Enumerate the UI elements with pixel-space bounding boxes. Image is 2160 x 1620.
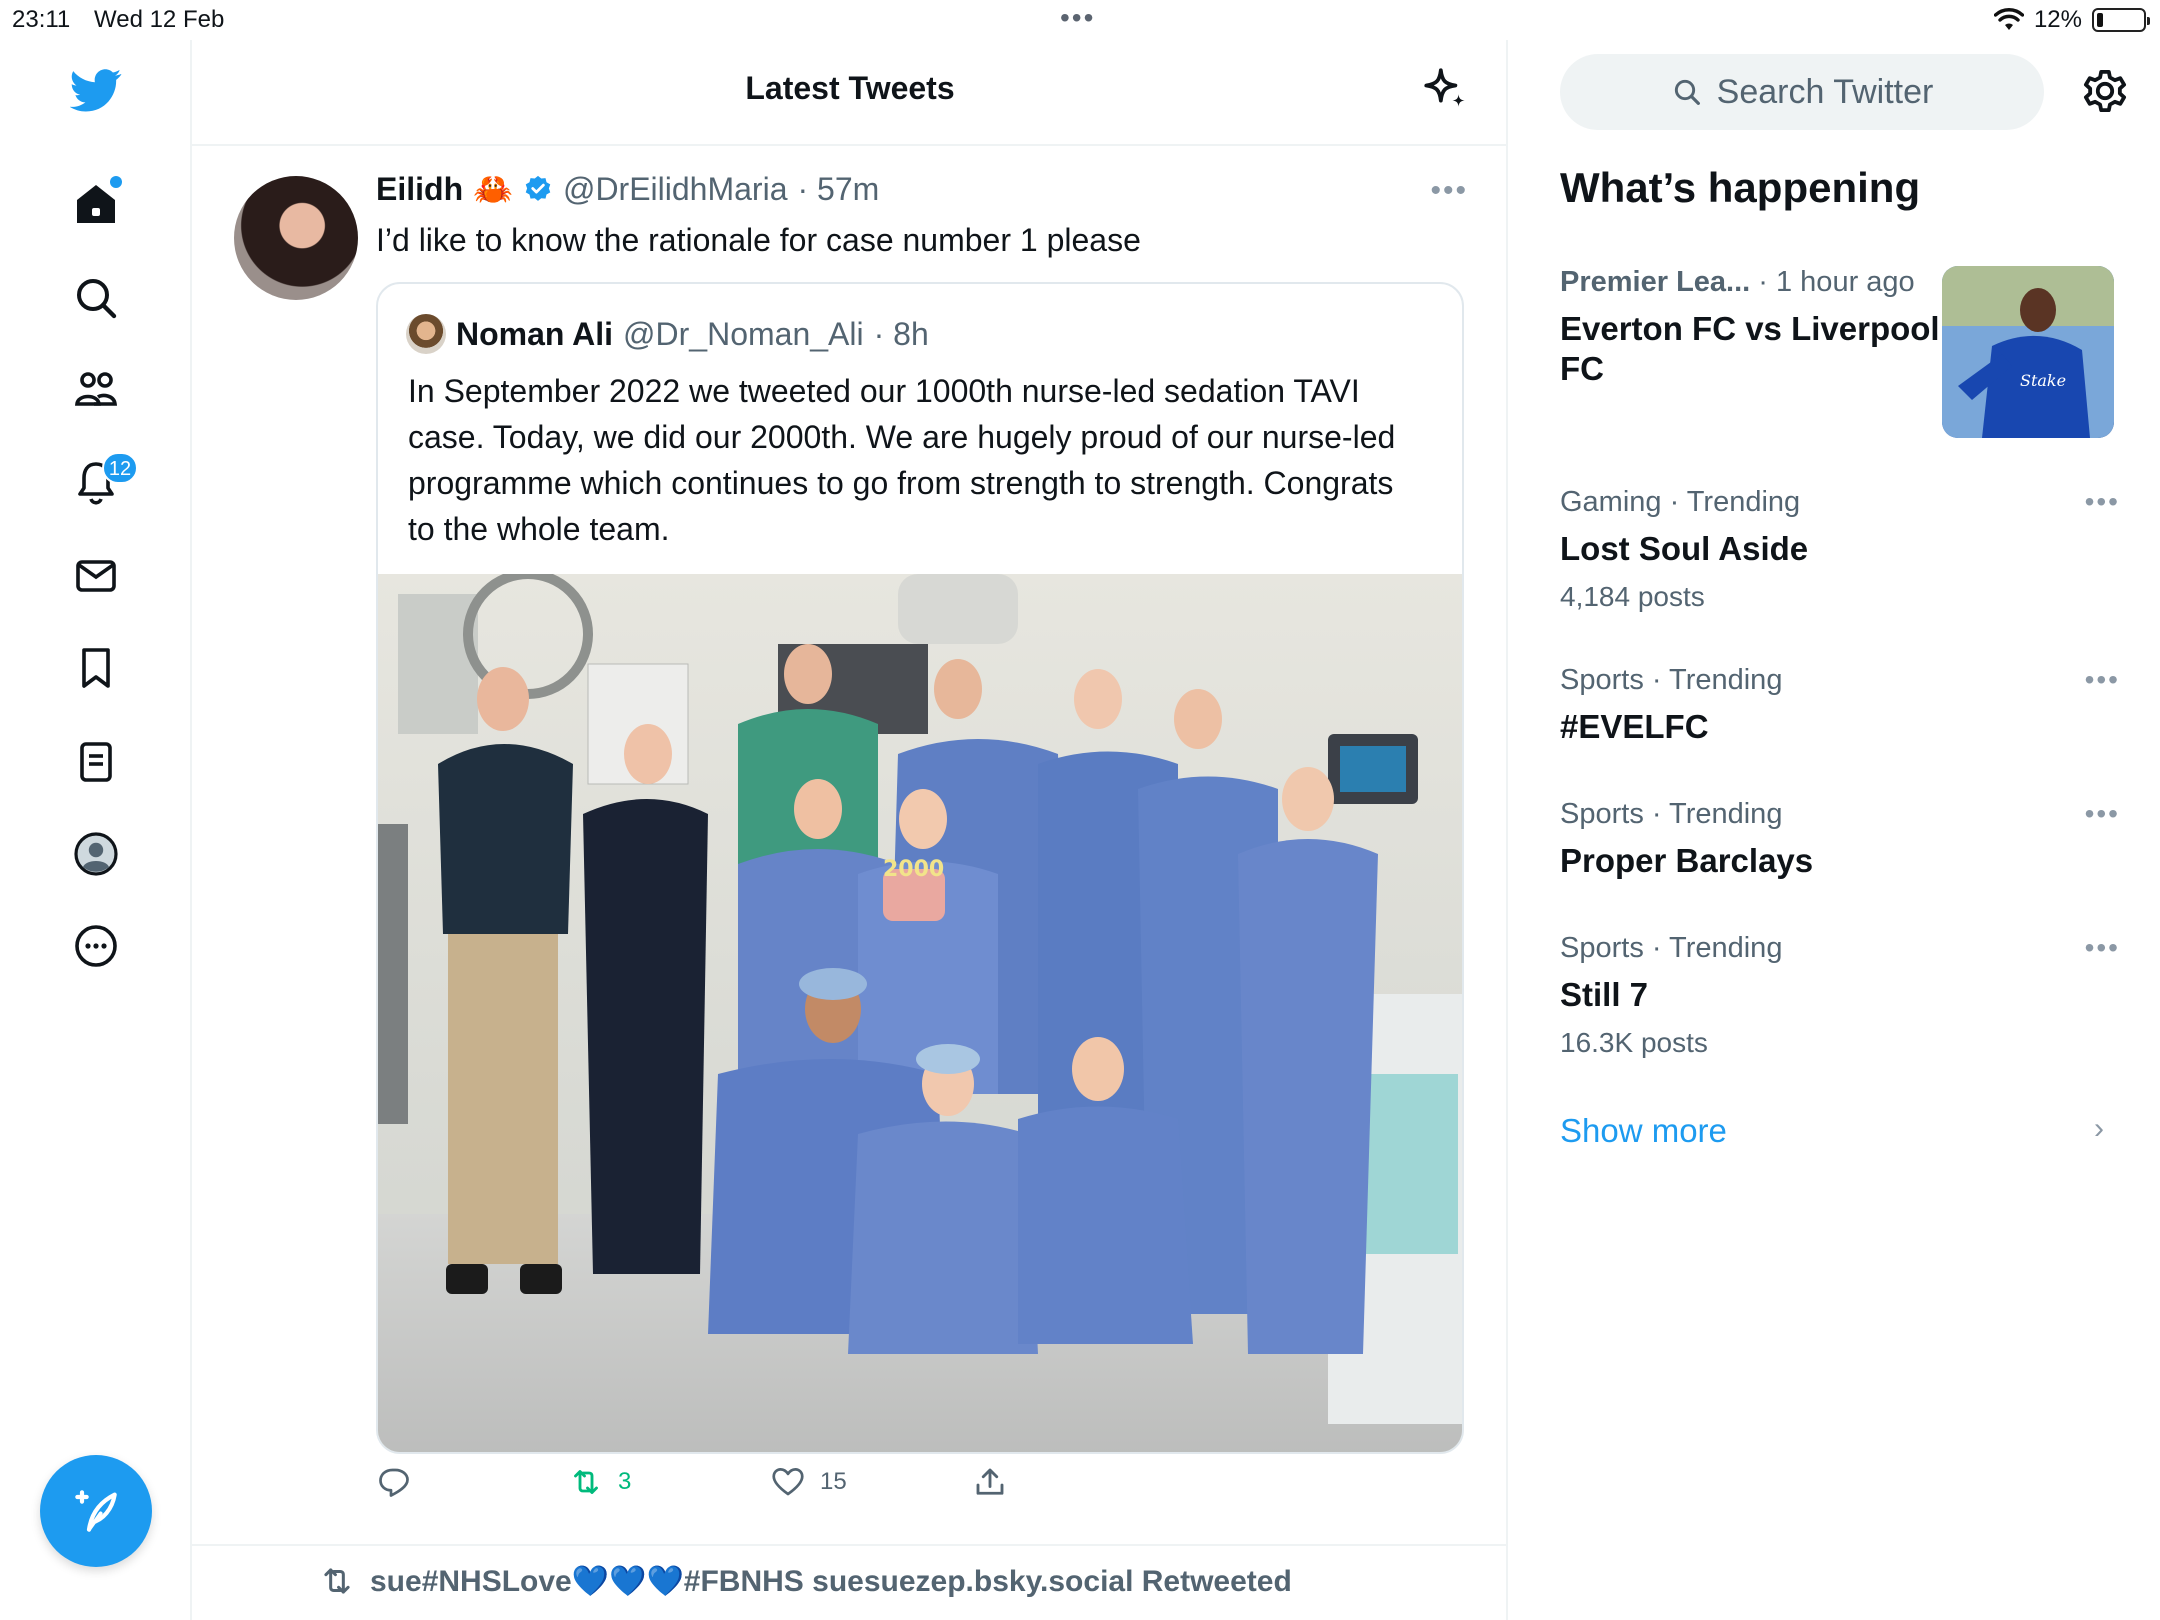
communities-icon (75, 372, 118, 406)
tweet-photo[interactable]: 2000 (378, 574, 1462, 1452)
retweet-button[interactable]: 3 (568, 1464, 631, 1500)
page-title: Latest Tweets (745, 70, 955, 106)
trend-item[interactable]: Premier Lea... · 1 hour ago Everton FC v… (1560, 266, 1940, 389)
cake-label: 2000 (883, 857, 944, 882)
nav-profile[interactable] (56, 814, 136, 894)
reply-button[interactable] (376, 1464, 412, 1500)
retweet-count: 3 (618, 1468, 632, 1495)
nav-home[interactable] (56, 164, 136, 244)
trend-post-count: 4,184 posts (1560, 581, 1705, 612)
multitasking-dots-icon[interactable]: ••• (1060, 2, 1095, 34)
author-emoji: 🦀 (473, 171, 513, 207)
like-count: 15 (820, 1468, 847, 1495)
search-icon (1674, 79, 1700, 105)
share-icon (976, 1468, 1004, 1495)
twitter-logo-icon[interactable] (56, 50, 136, 130)
bookmark-icon (82, 648, 110, 688)
trend-time: · 1 hour ago (1758, 266, 1915, 298)
trend-title: Still 7 (1560, 976, 1649, 1013)
compose-feather-icon (75, 1490, 117, 1532)
trend-more-icon[interactable]: ••• (2085, 664, 2120, 696)
quoted-tweet-text: In September 2022 we tweeted our 1000th … (408, 373, 1396, 547)
tweet-actions: 3 15 (376, 1464, 1476, 1514)
chevron-right-icon[interactable]: › (2094, 1112, 2104, 1146)
more-circle-icon (75, 925, 117, 967)
wifi-icon (1993, 8, 2024, 30)
search-input[interactable]: Search Twitter (1560, 54, 2044, 130)
trend-category: Premier Lea... (1560, 266, 1751, 298)
whats-happening-title: What’s happening (1560, 164, 1921, 211)
profile-icon (74, 832, 118, 876)
trend-title: Lost Soul Aside (1560, 530, 1809, 567)
search-icon (77, 279, 117, 319)
timeline: Latest Tweets Eilidh 🦀 @DrEilidhMaria · … (192, 40, 1508, 1620)
trend-item[interactable]: Sports · Trending Proper Barclays ••• (1560, 798, 2120, 881)
retweeted-by-text: sue#NHSLove💙💙💙#FBNHS suesuezep.bsky.soci… (370, 1564, 1292, 1598)
tweet-text: I’d like to know the rationale for case … (376, 222, 1141, 258)
battery-percent: 12% (2033, 6, 2082, 33)
list-icon (80, 742, 112, 782)
retweet-icon (574, 1470, 598, 1494)
trend-title: #EVELFC (1560, 708, 1709, 745)
sidebar-nav: 12 (0, 40, 192, 1620)
retweet-icon (324, 1568, 350, 1594)
trend-more-icon[interactable]: ••• (2085, 798, 2120, 830)
trend-category: Sports · Trending (1560, 664, 1783, 696)
status-date: Wed 12 Feb (94, 6, 225, 33)
gear-icon[interactable] (2078, 64, 2132, 118)
envelope-icon (76, 560, 116, 592)
battery-icon (2092, 8, 2150, 32)
trend-item[interactable]: Sports · Trending #EVELFC ••• (1560, 664, 2120, 747)
svg-text:Stake: Stake (2020, 371, 2066, 390)
nav-notifications[interactable]: 12 (56, 442, 138, 522)
quoted-author-name: Noman Ali (456, 315, 614, 352)
trend-image[interactable]: Stake (1942, 266, 2114, 438)
notifications-badge: 12 (102, 452, 138, 484)
show-more-link[interactable]: Show more (1560, 1112, 1727, 1150)
trend-category: Sports · Trending (1560, 932, 1783, 964)
trend-title: Everton FC vs Liverpool FC (1560, 310, 1940, 387)
author-handle[interactable]: @DrEilidhMaria (563, 171, 788, 208)
retweeted-by-line[interactable]: sue#NHSLove💙💙💙#FBNHS suesuezep.bsky.soci… (318, 1562, 1292, 1600)
tweet-more-icon[interactable]: ••• (1430, 174, 1468, 208)
trend-more-icon[interactable]: ••• (2085, 932, 2120, 964)
trend-title: Proper Barclays (1560, 842, 1814, 879)
nav-bookmarks[interactable] (56, 628, 136, 708)
trend-item[interactable]: Sports · Trending Still 7 16.3K posts ••… (1560, 932, 2120, 1059)
nav-explore[interactable] (56, 258, 136, 338)
quoted-author-handle: @Dr_Noman_Ali (623, 315, 864, 352)
trend-category: Sports · Trending (1560, 798, 1783, 830)
share-button[interactable] (972, 1464, 1008, 1500)
nav-messages[interactable] (56, 536, 136, 616)
trend-more-icon[interactable]: ••• (2085, 486, 2120, 518)
trend-post-count: 16.3K posts (1560, 1027, 1708, 1058)
reply-icon (379, 1468, 409, 1497)
right-sidebar: Search Twitter What’s happening Premier … (1510, 40, 2160, 1620)
author-name[interactable]: Eilidh (376, 171, 463, 208)
status-right: 12% (1993, 6, 2150, 34)
compose-tweet-button[interactable] (40, 1455, 152, 1567)
unread-dot (110, 176, 122, 188)
status-time: 23:11 (12, 6, 71, 33)
search-placeholder: Search Twitter (1716, 72, 1934, 111)
heart-icon (772, 1468, 804, 1496)
tweet-header: Eilidh 🦀 @DrEilidhMaria · 57m (376, 170, 879, 208)
tweet[interactable]: Eilidh 🦀 @DrEilidhMaria · 57m ••• I’d li… (192, 146, 1508, 1546)
verified-badge-icon (525, 175, 551, 201)
sparkle-icon[interactable] (1420, 64, 1470, 114)
tweet-time: · 57m (797, 170, 880, 207)
nav-communities[interactable] (56, 350, 136, 430)
status-bar: 23:11 Wed 12 Feb ••• 12% (0, 0, 2160, 40)
quoted-tweet-time: · 8h (873, 315, 929, 352)
trend-item[interactable]: Gaming · Trending Lost Soul Aside 4,184 … (1560, 486, 2120, 613)
like-button[interactable]: 15 (770, 1464, 847, 1500)
nav-more[interactable] (56, 906, 136, 986)
quoted-tweet[interactable]: Noman Ali @Dr_Noman_Ali · 8h In Septembe… (376, 282, 1464, 1454)
timeline-header: Latest Tweets (192, 40, 1508, 146)
author-avatar[interactable] (234, 176, 358, 300)
nav-lists[interactable] (56, 722, 136, 802)
trend-category: Gaming · Trending (1560, 486, 1801, 518)
quoted-tweet-header: Noman Ali @Dr_Noman_Ali · 8h (406, 314, 929, 354)
quoted-author-avatar (406, 314, 446, 354)
